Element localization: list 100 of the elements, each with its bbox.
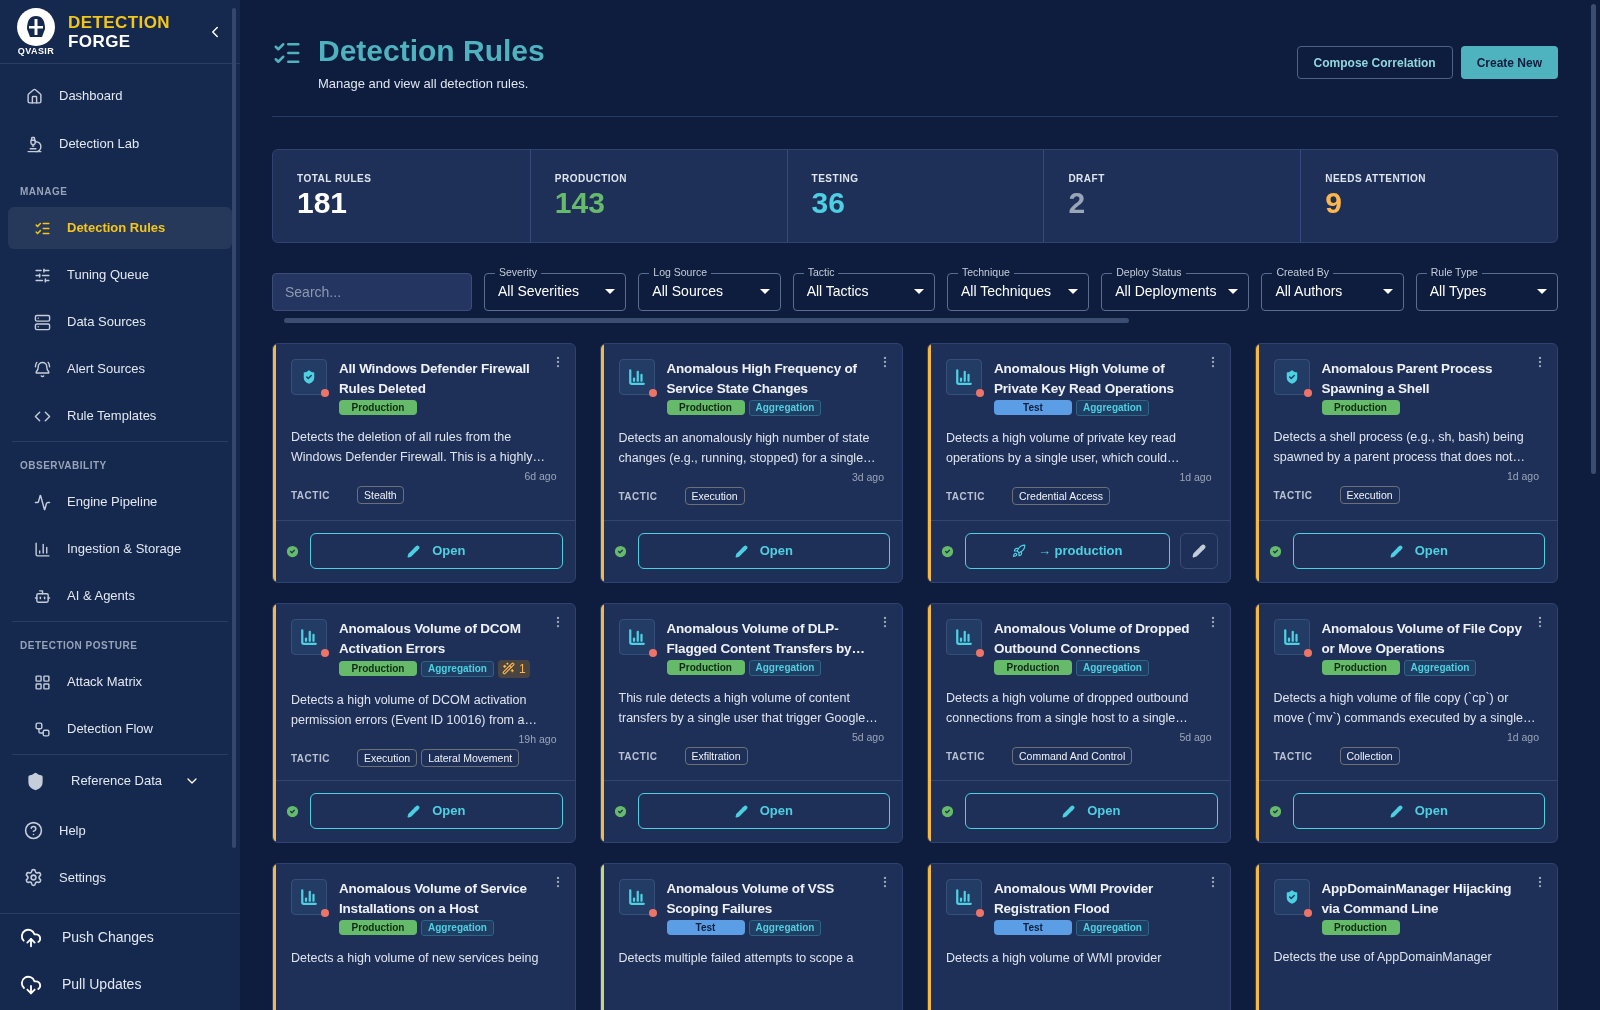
stat-value: 181: [297, 185, 349, 220]
nav-item[interactable]: AI & Agents: [8, 575, 232, 617]
dropdown-icon: [1537, 289, 1548, 294]
status-badge: Production: [994, 660, 1072, 675]
settings-icon: [24, 868, 43, 887]
status-badge: Production: [1321, 399, 1400, 415]
nav-item[interactable]: Detection Lab: [0, 120, 240, 168]
status-badge: Test: [666, 920, 745, 935]
pencil-icon: [1389, 804, 1403, 818]
card-title[interactable]: Anomalous High Frequency of Service State Changes: [666, 358, 870, 399]
tactic-chip: Stealth: [357, 486, 404, 505]
nav-item[interactable]: Settings: [0, 854, 240, 901]
bar-chart-icon: [618, 358, 655, 395]
search-field[interactable]: Search...: [272, 272, 472, 311]
card-title[interactable]: AppDomainManager Hijacking via Command Line: [1321, 878, 1525, 919]
check-icon: [1267, 803, 1283, 819]
updated-time: 6d ago: [524, 468, 557, 484]
bar-chart-icon: [618, 878, 655, 915]
shield-icon: [291, 358, 327, 395]
stat-value: 36: [811, 185, 846, 220]
brand-subtitle: FORGE: [68, 31, 132, 51]
dropdown-icon: [1382, 289, 1393, 294]
card-title[interactable]: Anomalous WMI Provider Registration Flood: [994, 878, 1198, 919]
nav-item[interactable]: Tuning Queue: [8, 254, 232, 296]
open-button[interactable]: Open: [637, 533, 890, 569]
scrollbar[interactable]: [284, 317, 1129, 323]
card-title[interactable]: Anomalous Volume of DLP-Flagged Content Transfers by…: [666, 618, 870, 659]
nav-item[interactable]: Dashboard: [0, 72, 240, 120]
check-icon: [612, 543, 628, 559]
open-button[interactable]: Open: [310, 793, 563, 829]
stat-label: DRAFT: [1068, 171, 1106, 186]
type-badge: Aggregation: [1403, 659, 1477, 676]
scrollbar[interactable]: [1591, 4, 1596, 474]
create-button[interactable]: Create New: [1460, 46, 1558, 79]
bar-chart-icon: [291, 618, 327, 655]
nav-item[interactable]: Ingestion & Storage: [8, 528, 232, 570]
rocket-icon: [1012, 544, 1026, 558]
tuning-badge: 1: [497, 659, 530, 678]
nav-item[interactable]: Reference Data: [0, 755, 240, 807]
card-title[interactable]: Anomalous Parent Process Spawning a Shell: [1321, 358, 1525, 399]
nav-item[interactable]: Detection Rules: [8, 207, 232, 249]
edit-button[interactable]: [1179, 533, 1218, 569]
brand-title: DETECTION: [68, 12, 172, 32]
dropdown-icon: [605, 289, 616, 294]
nav-icon: [34, 720, 51, 738]
nav-item[interactable]: Rule Templates: [8, 395, 232, 437]
nav-icon: [26, 135, 43, 153]
pencil-icon: [1062, 804, 1076, 818]
nav-icon: [34, 266, 51, 284]
nav-icon: [34, 493, 51, 511]
sync-item[interactable]: Push Changes: [0, 914, 240, 961]
card-description: Detects a high volume of dropped outbound connections from a single host to a single…: [946, 689, 1190, 727]
open-button[interactable]: Open: [310, 533, 563, 569]
nav-item[interactable]: Data Sources: [8, 301, 232, 343]
pencil-icon: [1389, 544, 1403, 558]
updated-time: 1d ago: [1179, 469, 1212, 485]
promote-button[interactable]: → production: [965, 533, 1170, 569]
card-title[interactable]: Anomalous Volume of Service Installations on a Host: [339, 878, 543, 919]
nav-item[interactable]: Attack Matrix: [8, 661, 232, 703]
card-description: Detects a shell process (e.g., sh, bash) being spawned by a parent process that does not…: [1273, 428, 1527, 466]
card-title[interactable]: Anomalous Volume of File Copy or Move Operations: [1321, 618, 1525, 659]
pencil-icon: [734, 544, 748, 558]
card-description: Detects a high volume of WMI provider: [946, 949, 1163, 967]
card-title[interactable]: Anomalous High Volume of Private Key Read Operations: [994, 358, 1198, 399]
bar-chart-icon: [946, 358, 982, 395]
card-title[interactable]: Anomalous Volume of Dropped Outbound Connections: [994, 618, 1198, 659]
updated-time: 3d ago: [851, 469, 884, 485]
stat-label: PRODUCTION: [554, 171, 629, 186]
help-icon: [24, 821, 43, 840]
nav-icon: [34, 313, 51, 331]
nav-item[interactable]: Engine Pipeline: [8, 481, 232, 523]
nav-item[interactable]: Detection Flow: [8, 708, 232, 750]
card-title[interactable]: All Windows Defender Firewall Rules Deleted: [339, 358, 543, 399]
nav-item[interactable]: Help: [0, 807, 240, 854]
card-title[interactable]: Anomalous Volume of VSS Scoping Failures: [666, 878, 870, 919]
section-heading: MANAGE: [19, 185, 69, 199]
status-badge: Production: [339, 920, 417, 935]
bar-chart-icon: [946, 878, 982, 915]
card-title[interactable]: Anomalous Volume of DCOM Activation Errors: [339, 618, 543, 659]
bar-chart-icon: [1273, 618, 1310, 655]
open-button[interactable]: Open: [637, 793, 890, 829]
status-badge: Production: [1321, 919, 1400, 935]
check-icon: [285, 543, 300, 559]
upload-icon: [20, 926, 42, 949]
open-button[interactable]: Open: [1292, 533, 1545, 569]
download-icon: [20, 973, 42, 996]
updated-time: 1d ago: [1506, 468, 1539, 484]
type-badge: Aggregation: [748, 659, 822, 676]
compose-button[interactable]: Compose Correlation: [1296, 46, 1453, 79]
shield-icon: [1273, 358, 1310, 395]
card-description: Detects the deletion of all rules from the Windows Defender Firewall. This is a highly…: [291, 428, 547, 466]
dropdown-icon: [913, 289, 924, 294]
check-icon: [940, 543, 955, 559]
open-button[interactable]: Open: [1292, 793, 1545, 829]
sync-item[interactable]: Pull Updates: [0, 961, 240, 1008]
tactic-chip: Lateral Movement: [421, 749, 520, 768]
pencil-icon: [1191, 544, 1206, 558]
card-description: This rule detects a high volume of content transfers by a single user that trigger Google…: [618, 689, 879, 727]
open-button[interactable]: Open: [965, 793, 1218, 829]
nav-item[interactable]: Alert Sources: [8, 348, 232, 390]
